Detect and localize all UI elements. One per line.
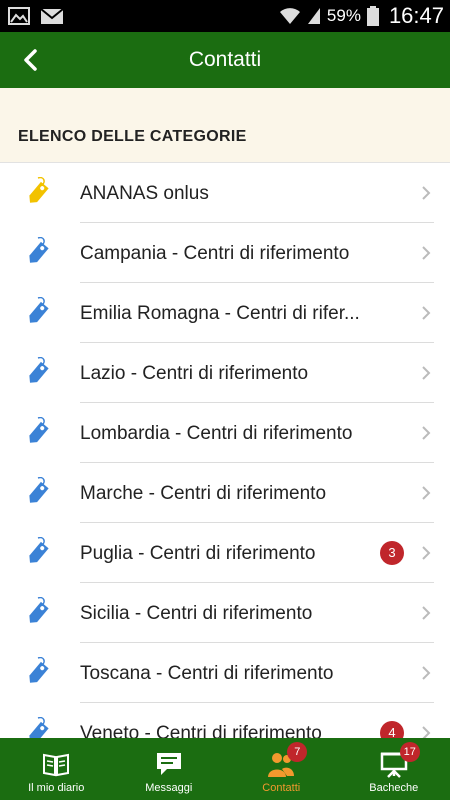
battery-percentage: 59%: [326, 6, 361, 25]
category-row[interactable]: Campania - Centri di riferimento: [0, 223, 450, 283]
tag-icon: [29, 357, 49, 383]
category-label: Campania - Centri di riferimento: [80, 243, 350, 264]
wifi-icon: [279, 8, 300, 24]
gallery-icon: [8, 7, 30, 25]
category-row[interactable]: Lazio - Centri di riferimento: [0, 343, 450, 403]
app-bar: Contatti: [0, 32, 450, 88]
mail-icon: [40, 8, 64, 24]
notification-icons: [8, 6, 64, 26]
bottom-tab-bar: Il mio diario Messaggi 7 Contatti 17 Bac…: [0, 738, 450, 800]
category-label: ANANAS onlus: [80, 183, 209, 204]
chevron-right-icon: [422, 306, 431, 320]
tab-badge: 7: [287, 742, 308, 762]
tab-label: Bacheche: [369, 782, 419, 794]
category-label: Toscana - Centri di riferimento: [80, 663, 334, 684]
category-row[interactable]: Toscana - Centri di riferimento: [0, 643, 450, 703]
tag-icon: [29, 237, 49, 263]
chevron-right-icon: [422, 246, 431, 260]
category-row[interactable]: ANANAS onlus: [0, 163, 450, 223]
chat-icon: [156, 753, 181, 775]
category-row[interactable]: Lombardia - Centri di riferimento: [0, 403, 450, 463]
tab-badge: 17: [399, 742, 420, 762]
tab-label: Messaggi: [145, 782, 193, 794]
tag-icon: [29, 477, 49, 503]
category-label: Emilia Romagna - Centri di rifer...: [80, 303, 360, 324]
status-bar: 59% 16:47: [0, 0, 450, 32]
category-row[interactable]: Sicilia - Centri di riferimento: [0, 583, 450, 643]
system-status: 59% 16:47: [279, 0, 444, 32]
chevron-right-icon: [422, 186, 431, 200]
section-title: ELENCO DELLE CATEGORIE: [18, 128, 247, 145]
tab-contatti[interactable]: 7 Contatti: [225, 738, 338, 800]
tab-messaggi[interactable]: Messaggi: [113, 738, 226, 800]
page-title: Contatti: [188, 48, 262, 71]
chevron-right-icon: [422, 546, 431, 560]
category-list: ANANAS onlus Campania - Centri di riferim…: [0, 163, 450, 763]
tag-icon: [29, 537, 49, 563]
signal-icon: [307, 8, 320, 24]
tag-icon: [29, 597, 49, 623]
tag-icon: [29, 297, 49, 323]
chevron-right-icon: [422, 366, 431, 380]
chevron-right-icon: [422, 666, 431, 680]
tab-label: Il mio diario: [28, 782, 85, 794]
tag-icon: [29, 417, 49, 443]
tab-label: Contatti: [262, 782, 301, 794]
chevron-right-icon: [422, 486, 431, 500]
section-header: ELENCO DELLE CATEGORIE: [0, 88, 450, 163]
book-icon: [43, 753, 70, 777]
tab-bacheche[interactable]: 17 Bacheche: [338, 738, 450, 800]
category-row[interactable]: Marche - Centri di riferimento: [0, 463, 450, 523]
tab-il-mio-diario[interactable]: Il mio diario: [0, 738, 113, 800]
category-label: Lazio - Centri di riferimento: [80, 363, 309, 384]
category-label: Marche - Centri di riferimento: [80, 483, 327, 504]
category-label: Lombardia - Centri di riferimento: [80, 423, 353, 444]
battery-icon: [366, 6, 379, 26]
category-row[interactable]: Puglia - Centri di riferimento 3: [0, 523, 450, 583]
clock: 16:47: [388, 3, 444, 28]
category-row[interactable]: Emilia Romagna - Centri di rifer...: [0, 283, 450, 343]
notification-badge: 3: [380, 541, 404, 565]
category-label: Sicilia - Centri di riferimento: [80, 603, 313, 624]
chevron-right-icon: [422, 426, 431, 440]
tag-icon: [29, 177, 49, 203]
category-label: Puglia - Centri di riferimento: [80, 543, 316, 564]
tag-icon: [29, 657, 49, 683]
chevron-right-icon: [422, 606, 431, 620]
